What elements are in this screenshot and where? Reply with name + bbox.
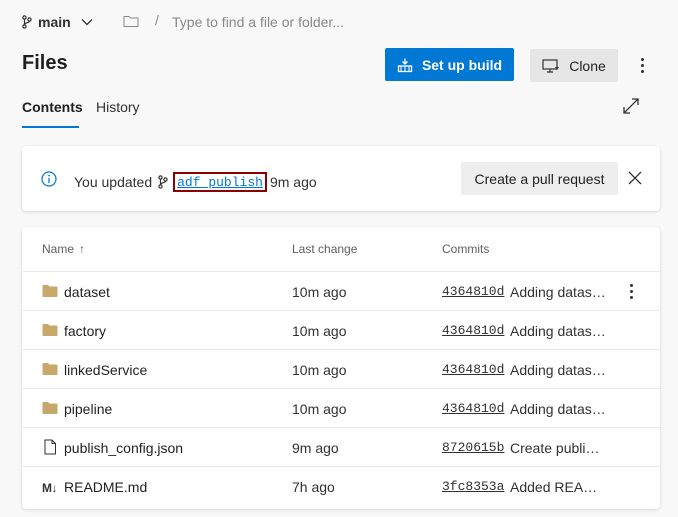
active-tab-indicator — [22, 126, 79, 128]
clone-label: Clone — [569, 57, 606, 74]
last-change: 10m ago — [292, 362, 347, 378]
file-name[interactable]: factory — [64, 323, 106, 339]
commit-message: Adding datasets — [510, 401, 606, 417]
folder-icon — [42, 363, 58, 375]
page-title: Files — [22, 52, 68, 74]
last-change: 10m ago — [292, 284, 347, 300]
last-change: 9m ago — [292, 440, 339, 456]
commit-hash[interactable]: 4364810d — [442, 323, 504, 338]
commit-hash[interactable]: 4364810d — [442, 362, 504, 377]
files-table: Name ↑ Last change Commits dataset 10m a… — [22, 227, 660, 509]
table-row[interactable]: M↓ README.md 7h ago 3fc8353a Added READM… — [22, 466, 660, 505]
commit-hash[interactable]: 8720615b — [442, 440, 504, 455]
file-name[interactable]: pipeline — [64, 401, 112, 417]
table-row[interactable]: publish_config.json 9m ago 8720615b Crea… — [22, 427, 660, 466]
build-icon — [397, 58, 413, 72]
table-row[interactable]: factory 10m ago 4364810d Adding datasets — [22, 310, 660, 349]
sort-ascending-icon: ↑ — [79, 242, 86, 256]
tab-history[interactable]: History — [96, 99, 140, 115]
banner-prefix: You updated — [74, 174, 153, 190]
branch-picker[interactable]: main — [22, 12, 93, 32]
table-row[interactable]: linkedService 10m ago 4364810d Adding da… — [22, 349, 660, 388]
commit-message: Added README — [510, 479, 606, 495]
commit-hash[interactable]: 4364810d — [442, 401, 504, 416]
git-branch-icon — [22, 15, 32, 29]
commit-message: Adding datasets — [510, 362, 606, 378]
create-pull-request-button[interactable]: Create a pull request — [461, 162, 618, 195]
column-label-name: Name — [42, 242, 75, 256]
file-name[interactable]: README.md — [64, 479, 147, 495]
path-separator: / — [155, 12, 159, 28]
set-up-build-button[interactable]: Set up build — [385, 48, 514, 81]
commit-message: Adding datasets — [510, 323, 606, 339]
commit-hash[interactable]: 4364810d — [442, 284, 504, 299]
branch-name: main — [38, 14, 71, 30]
branch-link[interactable]: adf_publish — [173, 172, 267, 192]
clone-button[interactable]: Clone — [530, 49, 618, 82]
folder-icon — [42, 285, 58, 297]
column-header-last-change: Last change — [292, 242, 358, 256]
commit-message: Create publish config — [510, 440, 606, 456]
commit-hash[interactable]: 3fc8353a — [442, 479, 504, 494]
table-row[interactable]: dataset 10m ago 4364810d Adding datasets — [22, 271, 660, 310]
folder-icon — [42, 402, 58, 414]
close-icon[interactable] — [626, 169, 644, 187]
banner-time: 9m ago — [269, 174, 317, 190]
last-change: 7h ago — [292, 479, 335, 495]
file-name[interactable]: publish_config.json — [64, 440, 183, 456]
file-name[interactable]: dataset — [64, 284, 110, 300]
column-header-name[interactable]: Name ↑ — [42, 242, 85, 256]
update-banner: You updated adf_publish 9m ago Create a … — [22, 146, 660, 211]
more-options-icon[interactable] — [632, 53, 652, 77]
file-icon — [44, 439, 56, 455]
expand-icon[interactable] — [622, 97, 640, 115]
last-change: 10m ago — [292, 323, 347, 339]
banner-message: You updated adf_publish 9m ago — [74, 172, 317, 192]
file-name[interactable]: linkedService — [64, 362, 147, 378]
tab-contents[interactable]: Contents — [22, 99, 83, 115]
folder-outline-icon — [123, 16, 139, 27]
info-icon — [41, 171, 57, 187]
set-up-build-label: Set up build — [421, 56, 503, 73]
column-header-commits: Commits — [442, 242, 490, 256]
row-more-icon[interactable] — [625, 280, 637, 302]
markdown-icon: M↓ — [42, 481, 58, 495]
git-branch-icon — [158, 175, 168, 189]
last-change: 10m ago — [292, 401, 347, 417]
file-search-input[interactable] — [172, 11, 432, 33]
folder-icon — [42, 324, 58, 336]
chevron-down-icon — [81, 19, 93, 26]
table-row[interactable]: pipeline 10m ago 4364810d Adding dataset… — [22, 388, 660, 427]
monitor-icon — [542, 58, 560, 73]
commit-message: Adding datasets — [510, 284, 606, 300]
